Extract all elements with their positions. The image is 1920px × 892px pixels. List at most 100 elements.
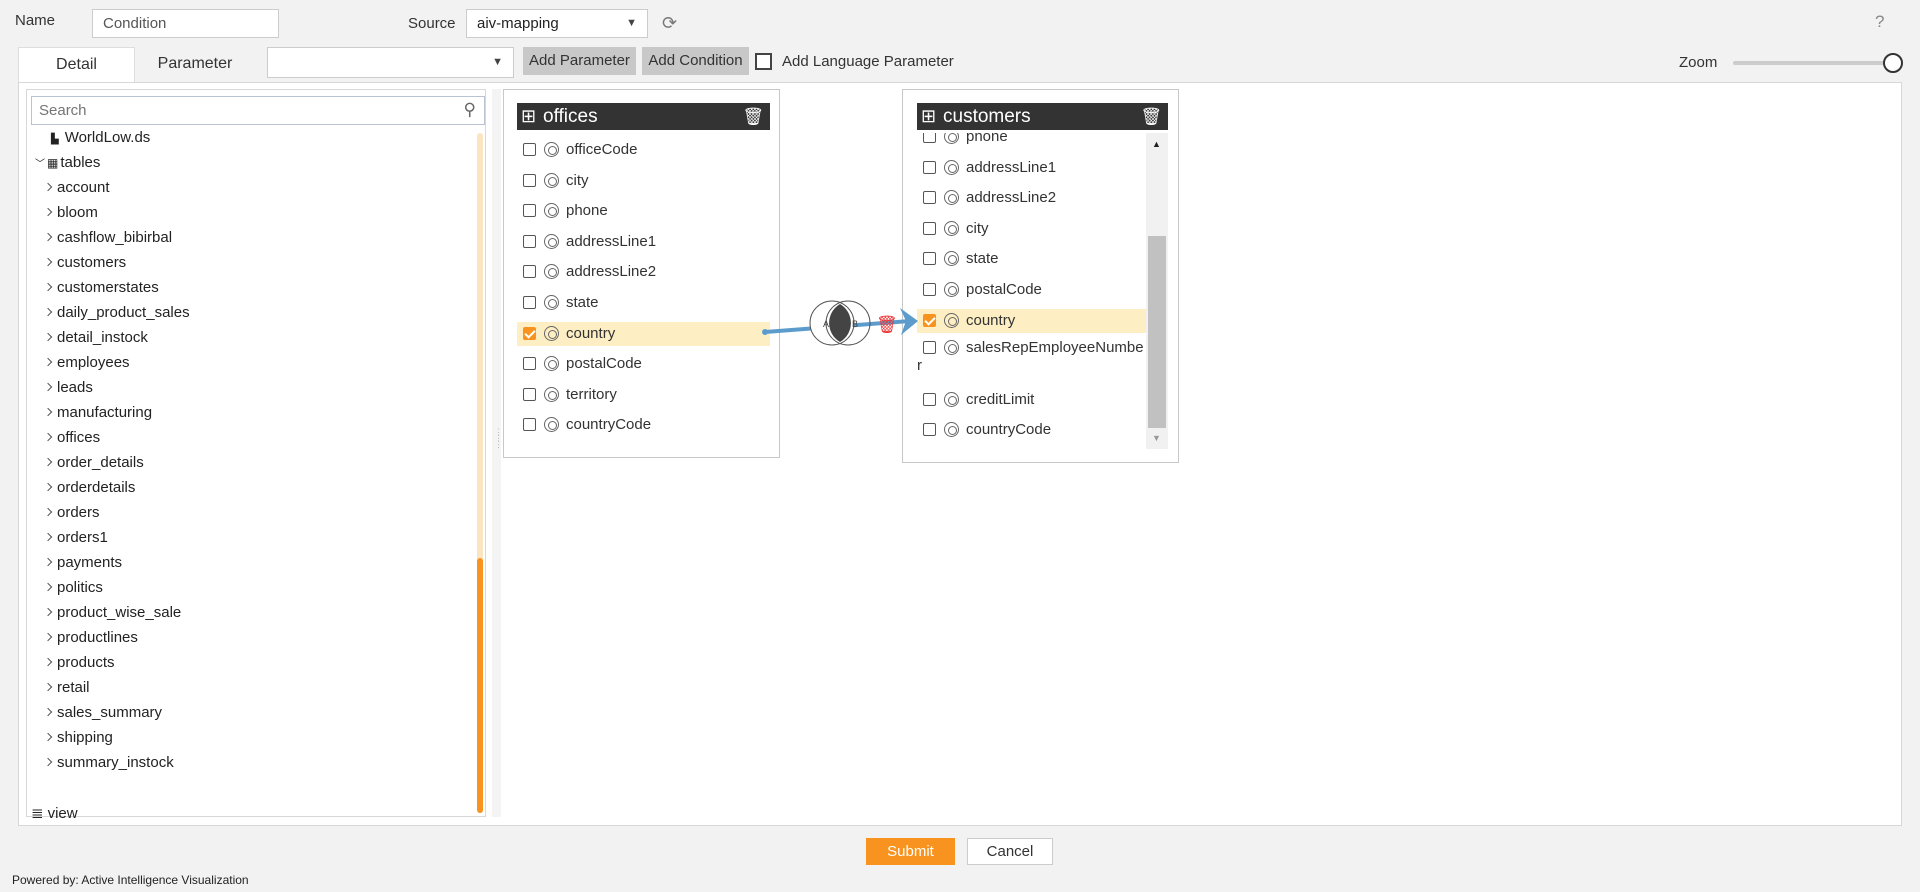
tree-item-politics[interactable]: politics [43, 576, 103, 600]
trash-icon[interactable]: 🗑 [742, 103, 764, 130]
field-row-addressLine1[interactable]: addressLine1 [517, 230, 770, 254]
tree-scrollbar-thumb[interactable] [477, 558, 483, 813]
field-checkbox[interactable] [523, 418, 536, 432]
eye-icon[interactable] [544, 203, 559, 219]
offices-table-header[interactable]: ⊞ offices 🗑 [517, 103, 770, 130]
field-row-countryCode[interactable]: countryCode [917, 418, 1146, 442]
tree-scrollbar[interactable] [477, 133, 483, 813]
tree-item-sales_summary[interactable]: sales_summary [43, 701, 162, 725]
eye-icon[interactable] [544, 233, 559, 249]
tree-item-payments[interactable]: payments [43, 551, 122, 575]
field-checkbox[interactable] [923, 221, 936, 235]
join-connector[interactable]: A B 🗑 [760, 290, 930, 350]
tree-item-orders[interactable]: orders [43, 501, 100, 525]
submit-button[interactable]: Submit [866, 838, 955, 865]
tree-item-employees[interactable]: employees [43, 351, 130, 375]
field-row-creditLimit[interactable]: creditLimit [917, 388, 1146, 412]
tree-item-leads[interactable]: leads [43, 376, 93, 400]
field-checkbox[interactable] [923, 392, 936, 406]
field-checkbox[interactable] [523, 296, 536, 309]
field-checkbox[interactable] [523, 143, 536, 156]
field-checkbox[interactable] [923, 191, 936, 205]
tree-item-shipping[interactable]: shipping [43, 726, 113, 750]
field-row-phone[interactable]: phone [917, 133, 1146, 149]
field-checkbox[interactable] [923, 160, 936, 174]
eye-icon[interactable] [944, 220, 959, 236]
add-parameter-button[interactable]: Add Parameter [523, 47, 636, 75]
tree-item-offices[interactable]: offices [43, 426, 100, 450]
tree-datasource[interactable]: ▙ WorldLow.ds [51, 126, 150, 150]
trash-icon[interactable]: 🗑 [1140, 103, 1162, 130]
tree-item-bloom[interactable]: bloom [43, 201, 98, 225]
tree-item-retail[interactable]: retail [43, 676, 90, 700]
field-row-country[interactable]: country [917, 308, 1146, 333]
source-select[interactable]: aiv-mapping ▼ [466, 9, 648, 38]
field-checkbox[interactable] [923, 133, 936, 143]
tree-item-order_details[interactable]: order_details [43, 451, 144, 475]
eye-icon[interactable] [944, 159, 959, 175]
eye-icon[interactable] [944, 190, 959, 206]
refresh-icon[interactable]: ⟳ [662, 13, 677, 34]
field-row-addressLine2[interactable]: addressLine2 [517, 260, 770, 284]
scrollbar-thumb[interactable] [1148, 236, 1166, 428]
field-row-phone[interactable]: phone [517, 199, 770, 223]
search-box[interactable]: ⚲ [31, 96, 485, 125]
field-row-addressLine1[interactable]: addressLine1 [917, 156, 1146, 180]
field-row-city[interactable]: city [917, 217, 1146, 241]
delete-join-icon[interactable]: 🗑 [876, 315, 898, 335]
customers-scrollbar[interactable]: ▲ ▼ [1146, 133, 1168, 449]
zoom-slider[interactable] [1733, 53, 1903, 73]
field-checkbox[interactable] [523, 173, 536, 187]
eye-icon[interactable] [944, 282, 959, 297]
eye-icon[interactable] [544, 264, 559, 280]
field-row-state[interactable]: state [517, 291, 770, 315]
field-row-countryCode[interactable]: countryCode [517, 413, 770, 437]
customers-table-box[interactable]: ⊞ customers 🗑 phone addressLine1 addressLi… [902, 89, 1179, 463]
field-checkbox[interactable] [523, 234, 536, 248]
tab-parameter[interactable]: Parameter [140, 47, 250, 81]
zoom-slider-handle[interactable] [1883, 53, 1903, 73]
offices-table-box[interactable]: ⊞ offices 🗑 officeCode city phone addressLi… [503, 89, 780, 458]
field-row-city[interactable]: city [517, 169, 770, 193]
tree-view-folder[interactable]: ≣ view [31, 802, 78, 826]
field-checkbox[interactable] [523, 357, 536, 371]
eye-icon[interactable] [544, 325, 559, 341]
tree-item-manufacturing[interactable]: manufacturing [43, 401, 152, 425]
field-row-postalCode[interactable]: postalCode [917, 278, 1146, 302]
field-row-postalCode[interactable]: postalCode [517, 352, 770, 376]
eye-icon[interactable] [544, 417, 559, 433]
add-condition-button[interactable]: Add Condition [642, 47, 749, 75]
scroll-down-icon[interactable]: ▼ [1152, 433, 1161, 443]
field-row-state[interactable]: state [917, 247, 1146, 271]
eye-icon[interactable] [944, 133, 959, 144]
cancel-button[interactable]: Cancel [967, 838, 1053, 865]
field-checkbox[interactable] [523, 265, 536, 279]
tree-item-cashflow_bibirbal[interactable]: cashflow_bibirbal [43, 226, 172, 250]
tree-item-summary_instock[interactable]: summary_instock [43, 751, 174, 775]
tree-tables-folder[interactable]: ﹀ ▦ tables [35, 151, 100, 175]
field-row-addressLine2[interactable]: addressLine2 [917, 186, 1146, 210]
eye-icon[interactable] [544, 142, 559, 157]
field-checkbox[interactable] [523, 204, 536, 218]
scroll-up-icon[interactable]: ▲ [1152, 139, 1161, 149]
tree-item-orders1[interactable]: orders1 [43, 526, 108, 550]
field-row-officeCode[interactable]: officeCode [517, 138, 770, 162]
tree-item-orderdetails[interactable]: orderdetails [43, 476, 135, 500]
help-icon[interactable]: ? [1875, 12, 1884, 32]
field-checkbox[interactable] [523, 387, 536, 401]
eye-icon[interactable] [944, 340, 959, 356]
parameter-select[interactable]: ▼ [267, 47, 514, 78]
field-checkbox[interactable] [523, 326, 536, 340]
eye-icon[interactable] [944, 312, 959, 328]
customers-table-header[interactable]: ⊞ customers 🗑 [917, 103, 1168, 130]
eye-icon[interactable] [944, 251, 959, 267]
name-input[interactable]: Condition [92, 9, 279, 38]
add-language-checkbox[interactable] [755, 53, 772, 70]
field-row-territory[interactable]: territory [517, 383, 770, 407]
field-row-country[interactable]: country [517, 321, 770, 346]
eye-icon[interactable] [544, 386, 559, 402]
eye-icon[interactable] [944, 422, 959, 438]
tree-item-products[interactable]: products [43, 651, 115, 675]
eye-icon[interactable] [544, 172, 559, 188]
tree-item-productlines[interactable]: productlines [43, 626, 138, 650]
